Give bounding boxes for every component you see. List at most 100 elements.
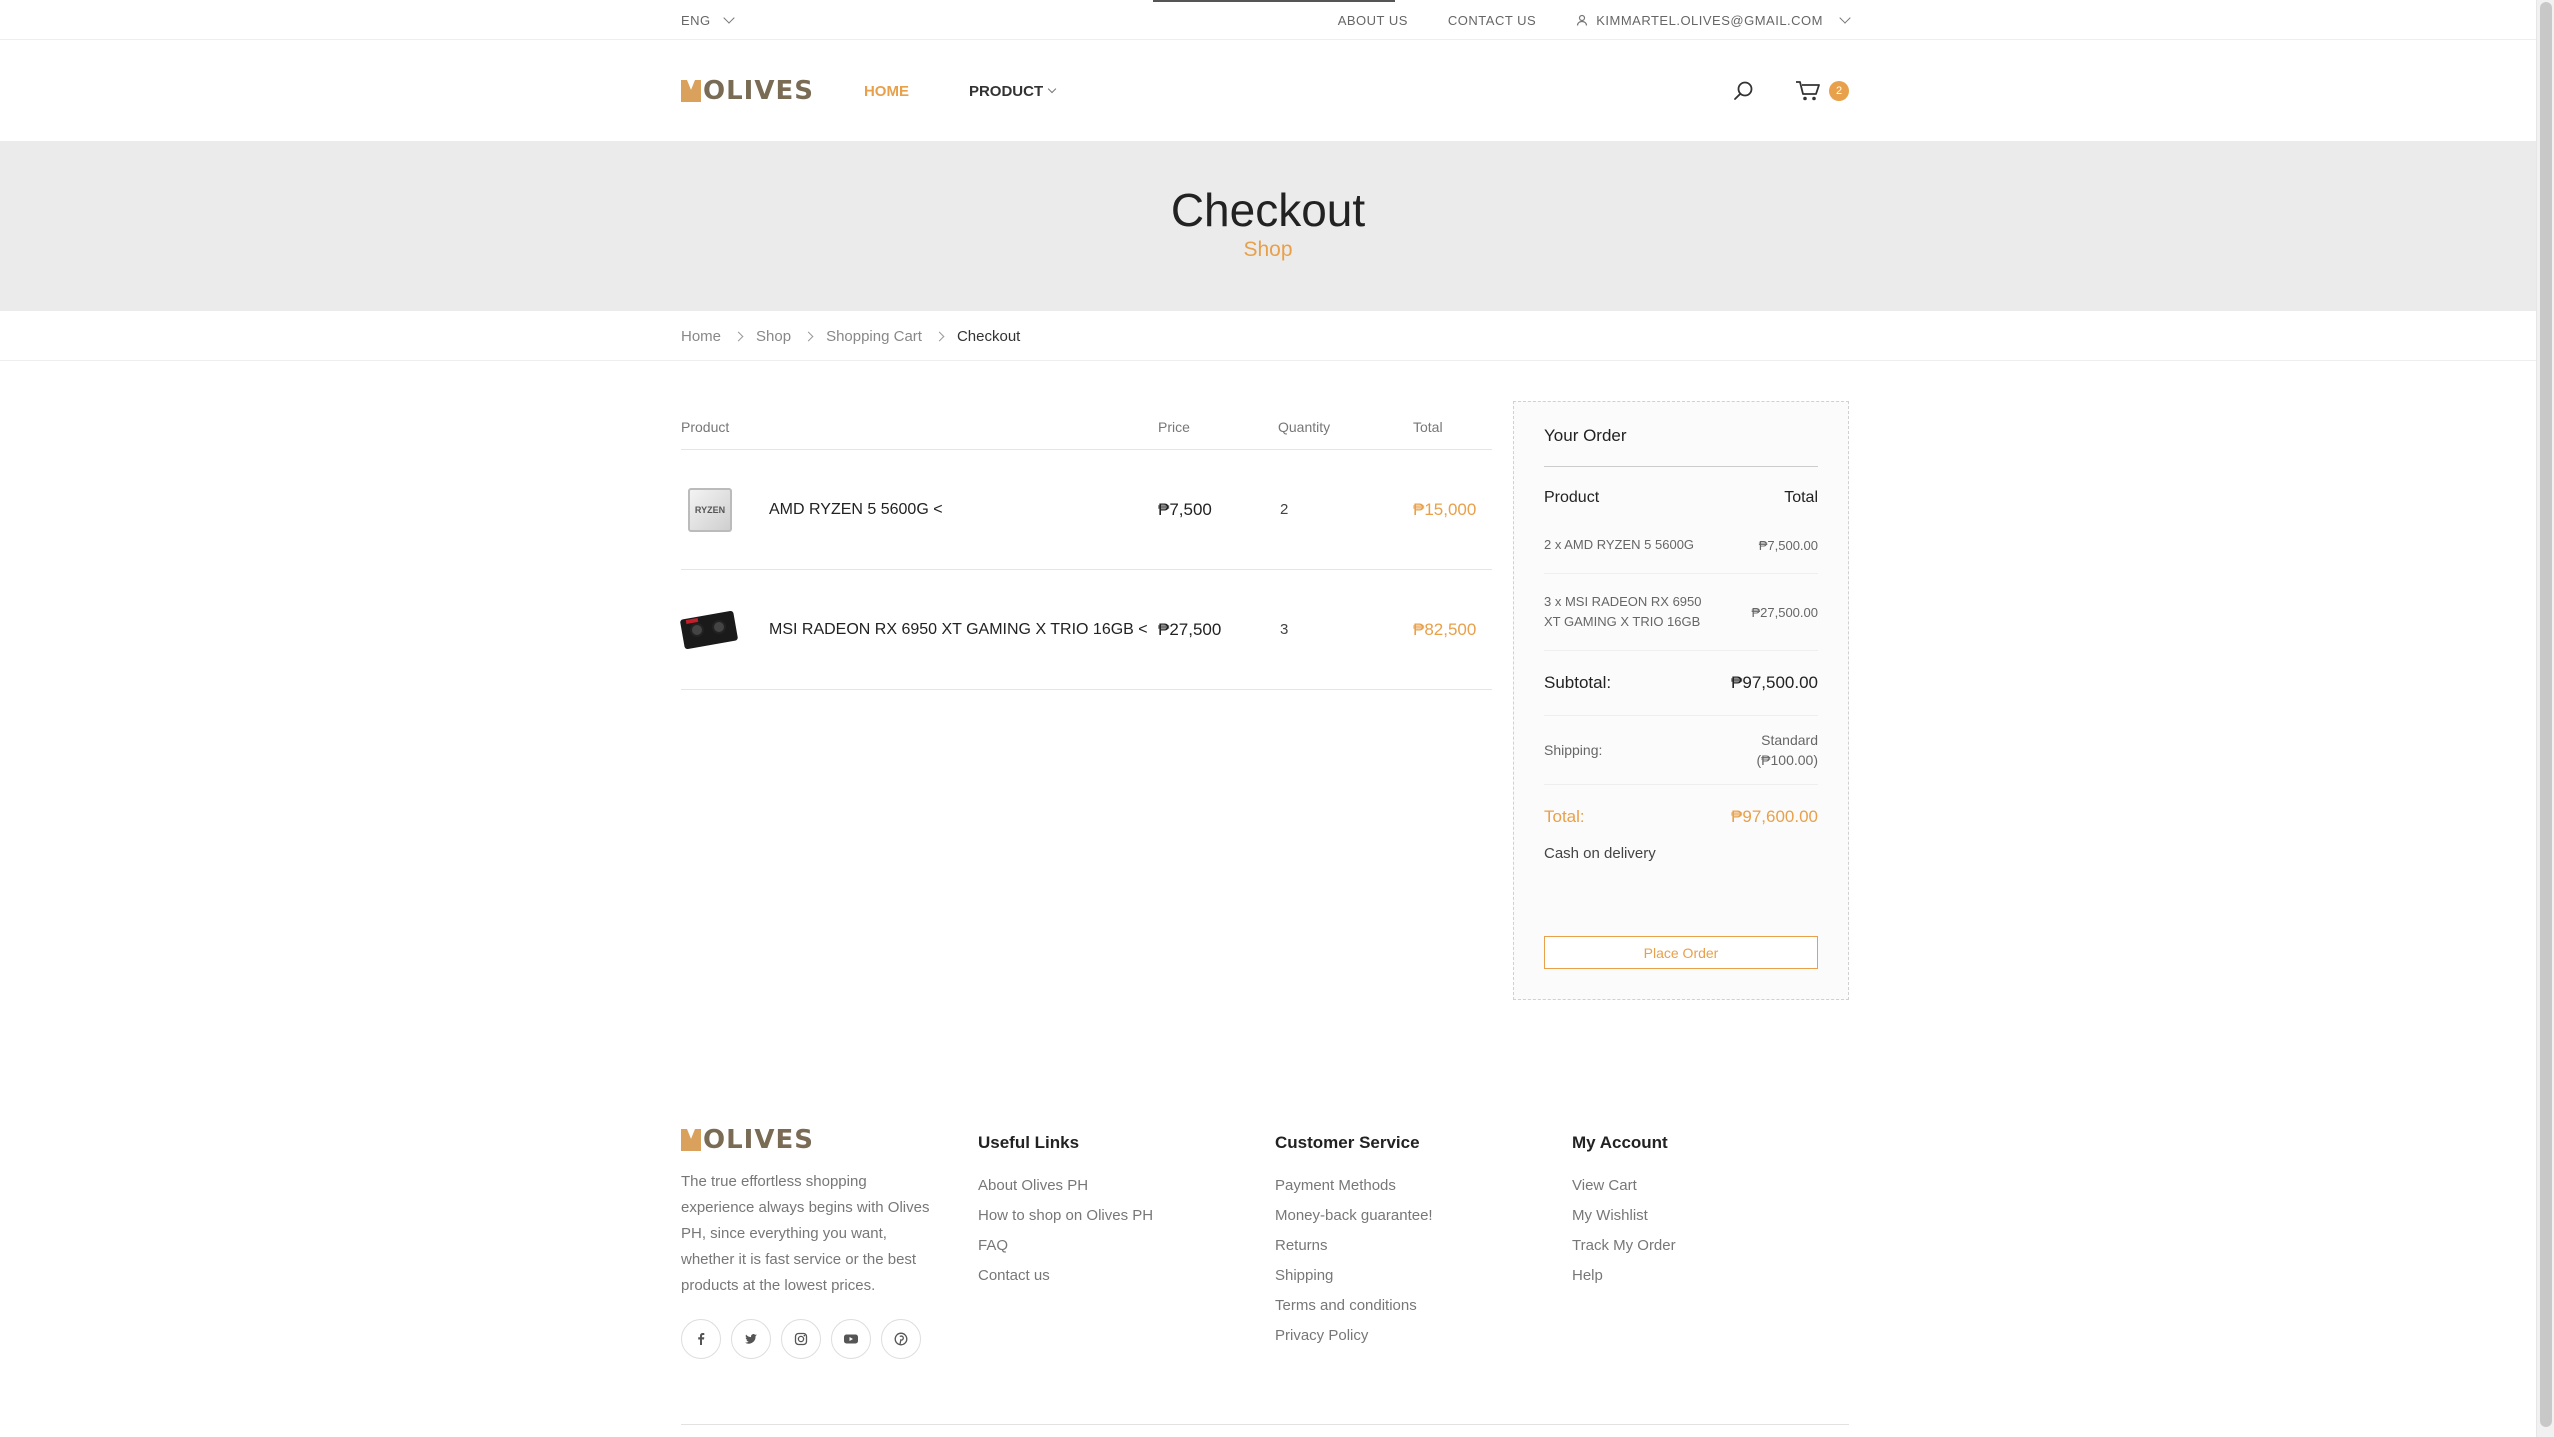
cart-icon xyxy=(1796,81,1820,101)
main-header: OLIVES HOME PRODUCT 2 xyxy=(681,41,1849,141)
total-value: ₱97,600.00 xyxy=(1731,807,1818,826)
order-item-name: 2 x AMD RYZEN 5 5600G xyxy=(1544,537,1695,552)
product-quantity: 3 xyxy=(1280,621,1289,638)
product-quantity: 2 xyxy=(1280,501,1289,518)
footer-link[interactable]: My Wishlist xyxy=(1572,1201,1676,1231)
shipping-label: Shipping: xyxy=(1544,742,1603,758)
footer-link[interactable]: Contact us xyxy=(978,1261,1153,1291)
shipping-method: Standard xyxy=(1761,732,1818,748)
footer-logo[interactable]: OLIVES xyxy=(681,1125,941,1155)
footer-link[interactable]: How to shop on Olives PH xyxy=(978,1201,1153,1231)
scrollbar-thumb[interactable] xyxy=(2540,2,2552,1427)
search-icon[interactable] xyxy=(1733,80,1755,102)
nav-product[interactable]: PRODUCT xyxy=(969,83,1057,100)
twitter-icon[interactable] xyxy=(731,1319,771,1359)
breadcrumb: Home Shop Shopping Cart Checkout xyxy=(0,311,2536,361)
page: ENG ABOUT US CONTACT US KIMMARTEL.OLIVES… xyxy=(0,0,2536,1437)
top-bar: ENG ABOUT US CONTACT US KIMMARTEL.OLIVES… xyxy=(0,0,2536,40)
chevron-down-icon xyxy=(1047,84,1057,94)
page-subtitle: Shop xyxy=(1243,238,1293,261)
facebook-icon[interactable] xyxy=(681,1319,721,1359)
table-row: RYZEN AMD RYZEN 5 5600G < ₱7,500 2 ₱15,0… xyxy=(681,450,1492,570)
header-price: Price xyxy=(1158,419,1190,435)
footer-link[interactable]: Money-back guarantee! xyxy=(1275,1201,1433,1231)
chevron-right-icon xyxy=(803,331,814,341)
product-total: ₱15,000 xyxy=(1413,499,1477,519)
footer-heading: Useful Links xyxy=(978,1133,1080,1152)
product-price: ₱7,500 xyxy=(1158,499,1212,519)
footer-heading: My Account xyxy=(1572,1133,1668,1152)
footer-link[interactable]: Returns xyxy=(1275,1231,1433,1261)
chevron-down-icon xyxy=(1839,12,1851,24)
logo-text: OLIVES xyxy=(703,76,814,106)
product-image[interactable] xyxy=(679,601,739,659)
cpu-box-image: RYZEN xyxy=(688,487,732,532)
footer-customer-service: Customer Service Payment Methods Money-b… xyxy=(1275,1125,1433,1351)
total-label: Total: xyxy=(1544,807,1585,826)
chevron-down-icon xyxy=(723,12,735,24)
place-order-button[interactable]: Place Order xyxy=(1544,936,1818,969)
breadcrumb-home[interactable]: Home xyxy=(681,328,721,345)
header-quantity: Quantity xyxy=(1278,419,1331,435)
user-account-menu[interactable]: KIMMARTEL.OLIVES@GMAIL.COM xyxy=(1576,12,1851,28)
breadcrumb-shopping-cart[interactable]: Shopping Cart xyxy=(826,328,922,345)
footer-heading: Customer Service xyxy=(1275,1133,1420,1152)
footer-link[interactable]: FAQ xyxy=(978,1231,1153,1261)
shipping-value: Standard (₱100.00) xyxy=(1757,730,1818,770)
cart-button[interactable]: 2 xyxy=(1795,80,1849,102)
language-selector[interactable]: ENG xyxy=(681,12,735,28)
table-row: MSI RADEON RX 6950 XT GAMING X TRIO 16GB… xyxy=(679,570,1492,690)
footer-link[interactable]: View Cart xyxy=(1572,1171,1676,1201)
nav-home[interactable]: HOME xyxy=(864,83,909,100)
chevron-right-icon xyxy=(733,331,744,341)
footer-link[interactable]: Privacy Policy xyxy=(1275,1321,1433,1351)
footer-link[interactable]: Payment Methods xyxy=(1275,1171,1433,1201)
chevron-right-icon xyxy=(934,331,945,341)
social-links xyxy=(681,1319,941,1359)
product-name[interactable]: AMD RYZEN 5 5600G < xyxy=(769,501,943,519)
page-scrollbar[interactable] xyxy=(2536,0,2554,1437)
order-item-name: 3 x MSI RADEON RX 6950 XT GAMING X TRIO … xyxy=(1544,594,1702,629)
subtotal-value: ₱97,500.00 xyxy=(1731,673,1818,692)
user-icon xyxy=(1577,14,1588,26)
product-name[interactable]: MSI RADEON RX 6950 XT GAMING X TRIO 16GB… xyxy=(769,621,1148,639)
product-image[interactable]: RYZEN xyxy=(681,481,739,539)
site-logo[interactable]: OLIVES xyxy=(681,76,814,106)
payment-method: Cash on delivery xyxy=(1544,845,1656,862)
logo-text: OLIVES xyxy=(703,1125,814,1155)
shipping-cost: (₱100.00) xyxy=(1756,752,1818,768)
header-product: Product xyxy=(681,419,730,435)
contact-us-link[interactable]: CONTACT US xyxy=(1448,13,1536,28)
order-item-total: ₱7,500.00 xyxy=(1758,537,1818,553)
page-title: Checkout xyxy=(1170,184,1366,236)
breadcrumb-shop[interactable]: Shop xyxy=(756,328,791,345)
footer-link[interactable]: About Olives PH xyxy=(978,1171,1153,1201)
about-us-link[interactable]: ABOUT US xyxy=(1338,13,1408,28)
pinterest-icon[interactable] xyxy=(881,1319,921,1359)
footer-link[interactable]: Help xyxy=(1572,1261,1676,1291)
gpu-image xyxy=(679,610,739,649)
table-header: Product Price Quantity Total xyxy=(681,405,1492,450)
page-banner: Checkout Shop xyxy=(0,141,2536,311)
footer-about: OLIVES The true effortless shopping expe… xyxy=(681,1125,941,1359)
order-summary: Your Order Product Total 2 x AMD RYZEN 5… xyxy=(1513,401,1849,1000)
header-total: Total xyxy=(1413,419,1443,435)
footer-useful-links: Useful Links About Olives PH How to shop… xyxy=(978,1125,1153,1291)
order-line-item: 2 x AMD RYZEN 5 5600G ₱7,500.00 xyxy=(1544,517,1818,574)
logo-mark xyxy=(681,80,701,102)
order-summary-title: Your Order xyxy=(1544,426,1818,467)
order-col-total: Total xyxy=(1784,489,1818,506)
footer-description: The true effortless shopping experience … xyxy=(681,1173,930,1294)
footer-divider xyxy=(681,1424,1849,1425)
footer-link[interactable]: Track My Order xyxy=(1572,1231,1676,1261)
youtube-icon[interactable] xyxy=(831,1319,871,1359)
instagram-icon[interactable] xyxy=(781,1319,821,1359)
footer-link[interactable]: Shipping xyxy=(1275,1261,1433,1291)
footer-link[interactable]: Terms and conditions xyxy=(1275,1291,1433,1321)
breadcrumb-checkout: Checkout xyxy=(956,327,1021,345)
order-col-product: Product xyxy=(1544,489,1600,506)
cart-count-badge: 2 xyxy=(1829,81,1849,101)
product-price: ₱27,500 xyxy=(1158,619,1222,639)
product-total: ₱82,500 xyxy=(1413,619,1477,639)
order-item-total: ₱27,500.00 xyxy=(1751,604,1818,620)
